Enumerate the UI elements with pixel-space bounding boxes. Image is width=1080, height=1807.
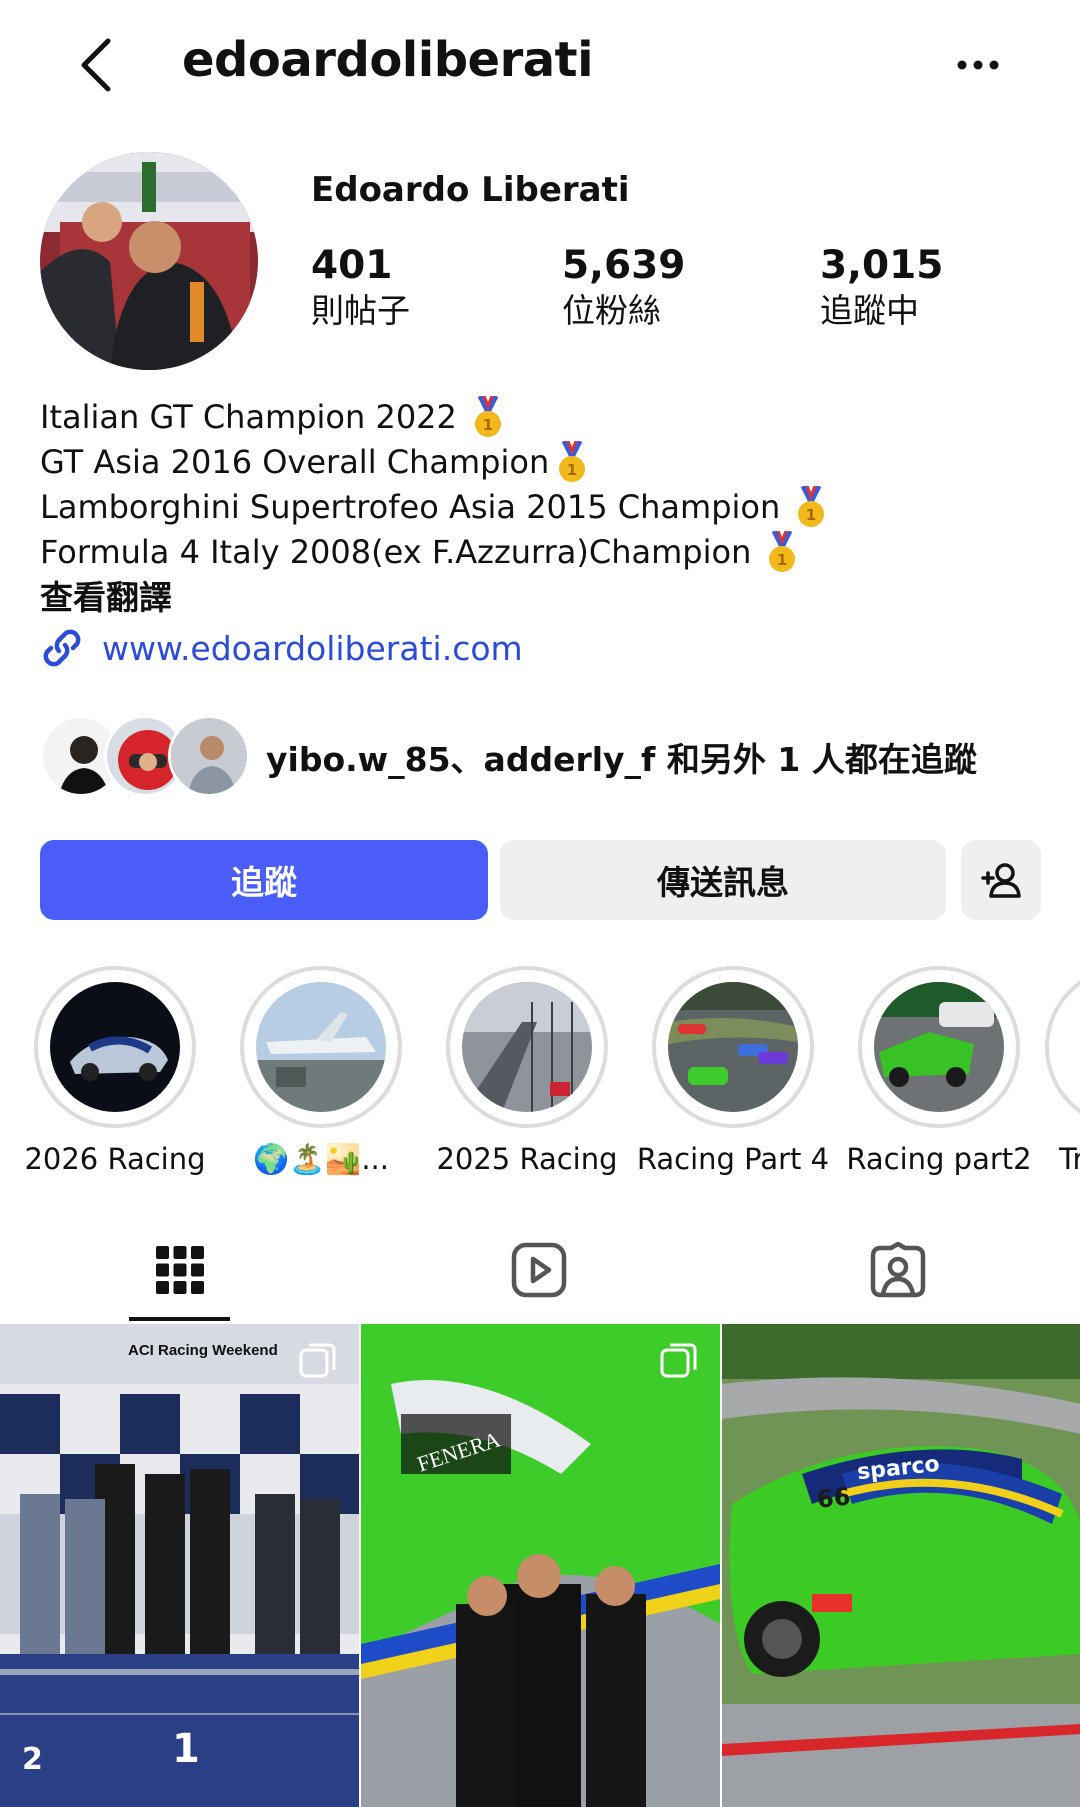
profile-avatar[interactable] bbox=[40, 152, 258, 370]
grid-post[interactable]: sparco 66 bbox=[722, 1324, 1080, 1807]
website-url: www.edoardoliberati.com bbox=[102, 628, 523, 668]
podium-number: 2 bbox=[22, 1742, 43, 1777]
highlight-label: Racing part2 bbox=[846, 1142, 1032, 1176]
more-options-button[interactable] bbox=[948, 40, 1008, 90]
top-bar: edoardoliberati bbox=[0, 0, 1080, 130]
tagged-icon bbox=[870, 1242, 926, 1298]
svg-text:1: 1 bbox=[806, 506, 816, 524]
bio-text: Formula 4 Italy 2008(ex F.Azzurra)Champi… bbox=[40, 533, 752, 571]
tab-posts[interactable] bbox=[125, 1220, 235, 1320]
bio-text: Italian GT Champion 2022 bbox=[40, 398, 457, 436]
bio-line: Italian GT Champion 2022 1 bbox=[40, 395, 1040, 440]
carousel-icon bbox=[299, 1343, 336, 1378]
translate-link[interactable]: 查看翻譯 bbox=[40, 575, 1040, 620]
highlight-ring bbox=[34, 966, 196, 1128]
active-tab-indicator bbox=[129, 1317, 230, 1321]
medal-icon: 1 bbox=[798, 485, 825, 527]
highlight-cover bbox=[874, 982, 1004, 1112]
medal-icon: 1 bbox=[474, 395, 501, 437]
highlight-item[interactable]: 🌍🏝️🏜️... bbox=[221, 966, 421, 1176]
message-button[interactable]: 傳送訊息 bbox=[500, 840, 946, 920]
highlight-ring bbox=[858, 966, 1020, 1128]
mutual-followers[interactable]: yibo.w_85、adderly_f 和另外 1 人都在追蹤 bbox=[40, 715, 977, 799]
chevron-left-icon bbox=[81, 38, 111, 92]
username-title: edoardoliberati bbox=[182, 32, 594, 88]
post-image bbox=[722, 1324, 1080, 1807]
stat-value: 401 bbox=[311, 243, 393, 288]
posts-count[interactable]: 401 則帖子 bbox=[311, 243, 410, 333]
link-icon bbox=[43, 629, 81, 667]
following-count[interactable]: 3,015 追蹤中 bbox=[820, 243, 943, 333]
highlight-cover bbox=[668, 982, 798, 1112]
post-overlay-text: ACI Racing Weekend bbox=[128, 1342, 278, 1359]
website-link[interactable]: www.edoardoliberati.com bbox=[40, 626, 523, 670]
avatar-photo bbox=[40, 152, 258, 370]
svg-text:1: 1 bbox=[777, 551, 787, 569]
stat-label: 追蹤中 bbox=[820, 291, 919, 330]
highlight-label: 🌍🏝️🏜️... bbox=[253, 1142, 389, 1176]
stat-label: 則帖子 bbox=[311, 291, 410, 330]
medal-icon: 1 bbox=[559, 440, 586, 482]
highlight-ring bbox=[446, 966, 608, 1128]
bio-line: Formula 4 Italy 2008(ex F.Azzurra)Champi… bbox=[40, 530, 1040, 575]
highlight-label: Tr bbox=[1059, 1142, 1080, 1176]
reels-icon bbox=[511, 1242, 567, 1298]
grid-icon bbox=[156, 1246, 204, 1294]
highlight-ring bbox=[652, 966, 814, 1128]
medal-icon: 1 bbox=[769, 530, 796, 572]
grid-post[interactable]: ACI Racing Weekend 2 1 bbox=[0, 1324, 359, 1807]
followers-count[interactable]: 5,639 位粉絲 bbox=[562, 243, 685, 333]
highlight-ring bbox=[240, 966, 402, 1128]
svg-text:1: 1 bbox=[483, 416, 493, 434]
highlight-cover bbox=[256, 982, 386, 1112]
highlight-item[interactable]: 2025 Racing bbox=[427, 966, 627, 1176]
highlight-cover bbox=[50, 982, 180, 1112]
tab-tagged[interactable] bbox=[843, 1220, 953, 1320]
add-user-icon bbox=[981, 863, 1021, 898]
post-image bbox=[361, 1324, 720, 1807]
highlight-label: 2025 Racing bbox=[436, 1142, 618, 1176]
bio-line: Lamborghini Supertrofeo Asia 2015 Champi… bbox=[40, 485, 1040, 530]
back-button[interactable] bbox=[70, 30, 120, 100]
stat-value: 5,639 bbox=[562, 243, 686, 288]
highlight-cover bbox=[462, 982, 592, 1112]
highlight-item[interactable]: Racing part2 bbox=[839, 966, 1039, 1176]
display-name: Edoardo Liberati bbox=[311, 170, 630, 210]
profile-tabs bbox=[0, 1220, 1080, 1322]
avatar bbox=[168, 715, 250, 797]
follow-button[interactable]: 追蹤 bbox=[40, 840, 488, 920]
story-highlights: 2026 Racing 🌍🏝️🏜️... 2025 Racing Racing … bbox=[0, 966, 1080, 1176]
car-number: 66 bbox=[815, 1482, 852, 1514]
highlight-item[interactable]: Racing Part 4 bbox=[633, 966, 833, 1176]
bio-text: GT Asia 2016 Overall Champion bbox=[40, 443, 550, 481]
grid-post[interactable]: FENERA bbox=[361, 1324, 720, 1807]
posts-grid: ACI Racing Weekend 2 1 FENERA sparco 66 bbox=[0, 1324, 1080, 1807]
carousel-icon bbox=[660, 1343, 697, 1378]
bio-text: Lamborghini Supertrofeo Asia 2015 Champi… bbox=[40, 488, 781, 526]
suggested-users-button[interactable] bbox=[961, 840, 1041, 920]
highlight-label: Racing Part 4 bbox=[636, 1142, 830, 1176]
highlight-ring bbox=[1045, 966, 1080, 1128]
more-dots-icon bbox=[957, 60, 999, 70]
highlight-item[interactable]: 2026 Racing bbox=[15, 966, 215, 1176]
tab-reels[interactable] bbox=[484, 1220, 594, 1320]
highlight-item[interactable]: Tr bbox=[1045, 966, 1080, 1176]
bio-line: GT Asia 2016 Overall Champion 1 bbox=[40, 440, 1040, 485]
mutual-followers-text: yibo.w_85、adderly_f 和另外 1 人都在追蹤 bbox=[266, 740, 977, 779]
bio: Italian GT Champion 2022 1 GT Asia 2016 … bbox=[40, 395, 1040, 620]
stat-value: 3,015 bbox=[820, 243, 944, 288]
mutual-avatars bbox=[40, 715, 250, 799]
podium-number: 1 bbox=[172, 1726, 200, 1772]
highlight-label: 2026 Racing bbox=[24, 1142, 206, 1176]
svg-text:1: 1 bbox=[567, 461, 577, 479]
stat-label: 位粉絲 bbox=[562, 291, 661, 330]
